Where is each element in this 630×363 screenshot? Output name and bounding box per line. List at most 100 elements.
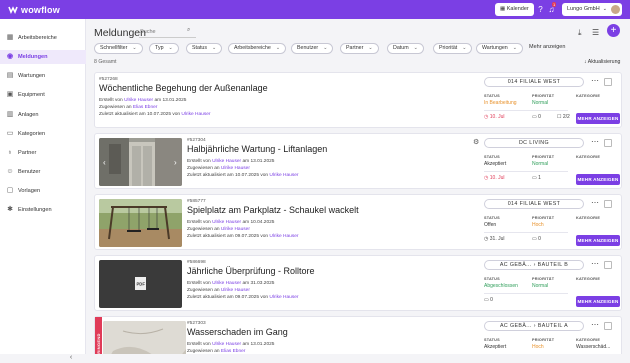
location-pill[interactable]: AC GEBÄ... › BAUTEIL B	[484, 260, 584, 270]
show-more-button[interactable]: MEHR ANZEIGEN	[576, 296, 620, 307]
collapse-sidebar-icon[interactable]: ‹	[66, 353, 76, 363]
updater-name[interactable]: Ulrike Hauser	[269, 234, 298, 239]
sidebar-item-benutzer[interactable]: ☺ Benutzer	[0, 165, 86, 179]
sidebar-item-anlagen[interactable]: ▥ Anlagen	[0, 108, 86, 122]
more-options-icon[interactable]: ⋯	[591, 260, 599, 268]
report-title[interactable]: Halbjährliche Wartung - Liftanlagen	[187, 144, 327, 154]
show-more-button[interactable]: MEHR ANZEIGEN	[576, 235, 620, 246]
task-count: ☐ 2/2	[557, 114, 570, 120]
updated-line: Zuletzt aktualisiert am 10.07.2025 von U…	[99, 112, 211, 117]
sidebar-item-vorlagen[interactable]: ▢ Vorlagen	[0, 184, 86, 198]
creator-name[interactable]: Ulrike Hauser	[212, 220, 241, 225]
assignee-name[interactable]: Elias Ebner	[221, 349, 246, 354]
assignee-name[interactable]: Ulrike Hauser	[221, 166, 250, 171]
pdf-thumbnail[interactable]: PDF	[99, 260, 182, 308]
report-photo[interactable]	[103, 321, 186, 354]
building-icon: ▥	[6, 111, 14, 118]
report-title[interactable]: Wöchentliche Begehung der Außenanlage	[99, 83, 268, 93]
bell-icon[interactable]: ♫ 1	[547, 2, 557, 14]
sidebar-item-einstellungen[interactable]: ✱ Einstellungen	[0, 203, 86, 217]
users-icon: ♁	[7, 149, 13, 156]
report-title[interactable]: Spielplatz am Parkplatz - Schaukel wacke…	[187, 205, 359, 215]
updater-name[interactable]: Ulrike Hauser	[269, 295, 298, 300]
main-content: Meldungen ⌕ ⤓ ☰ + Schnellfilter⌄Typ⌄Stat…	[86, 19, 630, 354]
sidebar-item-partner[interactable]: ♁ Partner	[0, 146, 86, 160]
location-pill[interactable]: AC GEBÄ... › BAUTEIL A	[484, 321, 584, 331]
more-options-icon[interactable]: ⋯	[591, 138, 599, 146]
created-date: 13.01.2025	[250, 342, 275, 347]
filter-schnellfilter[interactable]: Schnellfilter ⌄	[94, 43, 143, 54]
due-date: ◷ 10. Jul	[484, 114, 505, 120]
download-icon[interactable]: ⤓	[578, 28, 582, 38]
due-date-text: 10. Jul	[489, 175, 505, 181]
report-card[interactable]: #585777 Spielplatz am Parkplatz - Schauke…	[94, 194, 622, 250]
show-more-button[interactable]: MEHR ANZEIGEN	[576, 174, 620, 185]
filter-benutzer[interactable]: Benutzer ⌄	[291, 43, 334, 54]
settings-gear-icon[interactable]: ⚙	[473, 138, 479, 148]
filter-priorität[interactable]: Priorität ⌄	[433, 43, 473, 54]
assignee-name[interactable]: Elias Ebner	[133, 105, 158, 110]
filter-status[interactable]: Status ⌄	[186, 43, 223, 54]
sidebar-item-arbeitsbereiche[interactable]: ▦ Arbeitsbereiche	[0, 31, 86, 45]
list-view-icon[interactable]: ☰	[592, 28, 599, 37]
search-icon[interactable]: ⌕	[187, 27, 190, 34]
location-pill[interactable]: 014 FILIALE WEST	[484, 77, 584, 87]
due-date: ◷ 31. Jul	[484, 236, 505, 242]
assignee-name[interactable]: Ulrike Hauser	[221, 227, 250, 232]
show-more-button[interactable]: MEHR ANZEIGEN	[576, 113, 620, 124]
filter-typ[interactable]: Typ ⌄	[149, 43, 179, 54]
select-checkbox[interactable]	[604, 78, 612, 86]
help-icon[interactable]: ?	[536, 5, 545, 14]
more-options-icon[interactable]: ⋯	[591, 199, 599, 207]
card-body: #527303 Wasserschaden im Gang Erstellt von…	[187, 321, 288, 354]
report-card[interactable]: #527268 Wöchentliche Begehung der Außenan…	[94, 72, 622, 128]
report-photo[interactable]	[99, 199, 182, 247]
sidebar-item-wartungen[interactable]: ▤ Wartungen	[0, 69, 86, 83]
creator-name[interactable]: Ulrike Hauser	[212, 159, 241, 164]
report-card[interactable]: ‹ › #527304 Halbjährliche Wartung - Liftanl…	[94, 133, 622, 189]
more-options-icon[interactable]: ⋯	[591, 77, 599, 85]
creator-name[interactable]: Ulrike Hauser	[124, 98, 153, 103]
sort-dropdown[interactable]: ↓ Aktualisierung	[584, 59, 620, 65]
chevron-down-icon: ⌄	[512, 45, 517, 51]
report-title[interactable]: Wasserschaden im Gang	[187, 327, 288, 337]
created-line: Erstellt von Ulrike Hauser am 13.01.2025	[99, 98, 187, 103]
location-pill[interactable]: 014 FILIALE WEST	[484, 199, 584, 209]
calendar-button[interactable]: ▦ Kalender	[495, 3, 534, 16]
report-title[interactable]: Jährliche Überprüfung - Rolltore	[187, 266, 315, 276]
report-photo[interactable]: ‹ ›	[99, 138, 182, 186]
priority-value: Normal	[532, 100, 549, 106]
more-options-icon[interactable]: ⋯	[591, 321, 599, 329]
select-checkbox[interactable]	[604, 261, 612, 269]
status-label: STATUS	[484, 155, 500, 159]
creator-name[interactable]: Ulrike Hauser	[212, 342, 241, 347]
filter-arbeitsbereiche[interactable]: Arbeitsbereiche ⌄	[228, 43, 287, 54]
sidebar-item-kategorien[interactable]: ▭ Kategorien	[0, 127, 86, 141]
updater-name[interactable]: Ulrike Hauser	[269, 173, 298, 178]
more-filters-link[interactable]: Mehr anzeigen	[529, 44, 565, 50]
updater-name[interactable]: Ulrike Hauser	[181, 112, 210, 117]
report-card[interactable]: DRINGEND #527303 Wasserschaden im Gang Erst…	[94, 316, 622, 354]
creator-name[interactable]: Ulrike Hauser	[212, 281, 241, 286]
location-pill[interactable]: DC LIVING	[484, 138, 584, 148]
select-checkbox[interactable]	[604, 139, 612, 147]
select-checkbox[interactable]	[604, 200, 612, 208]
sidebar-item-equipment[interactable]: ▣ Equipment	[0, 88, 86, 102]
report-id: #585777	[187, 199, 206, 204]
due-date: ◷ 10. Jul	[484, 175, 505, 181]
filter-datum[interactable]: Datum ⌄	[387, 43, 424, 54]
select-checkbox[interactable]	[604, 322, 612, 330]
assignee-name[interactable]: Ulrike Hauser	[221, 288, 250, 293]
brand-logo[interactable]: wowflow	[8, 4, 60, 15]
filter-partner[interactable]: Partner ⌄	[340, 43, 379, 54]
created-line: Erstellt von Ulrike Hauser am 13.01.2025	[187, 342, 275, 347]
svg-text:›: ›	[174, 158, 177, 167]
assigned-line: Zugewiesen an Ulrike Hauser	[187, 166, 250, 171]
filter-wartungen[interactable]: Wartungen ⌄	[476, 43, 523, 54]
calendar-icon: ▤	[6, 72, 14, 79]
org-switcher[interactable]: Lungo GmbH ⌄	[562, 3, 622, 16]
add-report-button[interactable]: +	[607, 24, 620, 37]
sidebar-item-meldungen[interactable]: ◉ Meldungen	[0, 50, 86, 64]
report-id: #527303	[187, 321, 206, 326]
report-card[interactable]: PDF #586698 Jährliche Überprüfung - Rollto…	[94, 255, 622, 311]
